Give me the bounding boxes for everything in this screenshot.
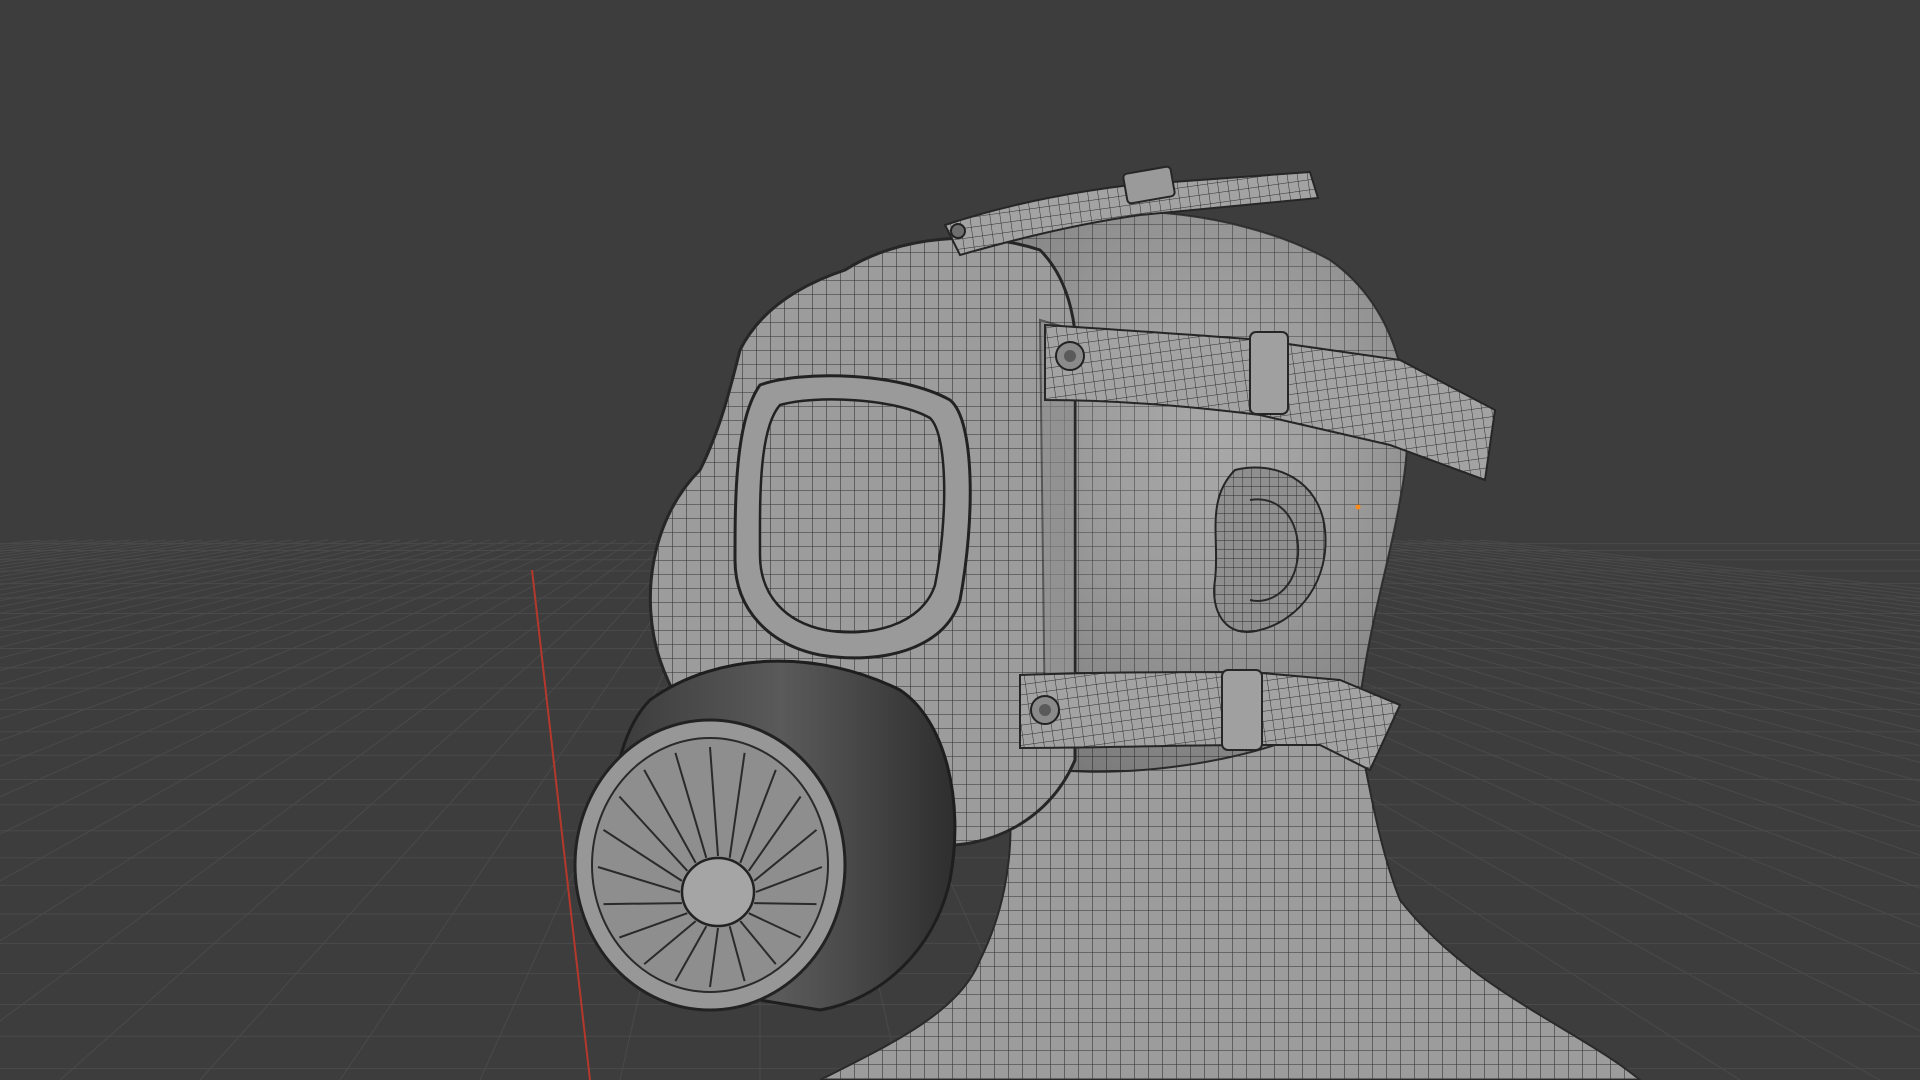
floor-grid-line xyxy=(0,539,149,560)
floor-grid-line xyxy=(0,539,653,1022)
filter-spoke xyxy=(754,902,817,906)
eyepiece xyxy=(733,374,972,660)
floor-grid-line xyxy=(0,539,599,835)
floor-grid-line xyxy=(0,539,293,591)
floor-grid-line xyxy=(0,539,131,557)
floor-grid-line xyxy=(0,539,419,638)
floor-grid-line xyxy=(0,539,563,767)
floor-grid-line xyxy=(0,539,509,702)
floor-grid-line xyxy=(0,539,491,686)
3d-viewport[interactable] xyxy=(0,0,1920,1080)
floor-grid-line xyxy=(0,539,275,586)
floor-grid-line xyxy=(0,539,401,630)
filter-canister[interactable] xyxy=(573,659,957,1012)
filter-spoke xyxy=(603,902,682,906)
floor-grid-line xyxy=(0,539,365,614)
floor-grid-line xyxy=(0,539,581,798)
floor-grid-line xyxy=(0,539,185,566)
floor-grid-line xyxy=(0,539,437,648)
origin-marker xyxy=(1355,504,1361,510)
floor-grid-line xyxy=(0,539,311,596)
floor-grid-line xyxy=(0,539,635,942)
floor-grid-line xyxy=(0,539,77,550)
floor-grid-line xyxy=(1479,539,1920,590)
floor-grid-line xyxy=(59,539,671,1080)
floor-grid-line xyxy=(0,539,545,742)
floor-grid-line xyxy=(0,539,113,555)
floor-grid-line xyxy=(0,539,527,720)
floor-grid-line xyxy=(0,539,347,608)
floor-grid-line xyxy=(0,539,95,552)
